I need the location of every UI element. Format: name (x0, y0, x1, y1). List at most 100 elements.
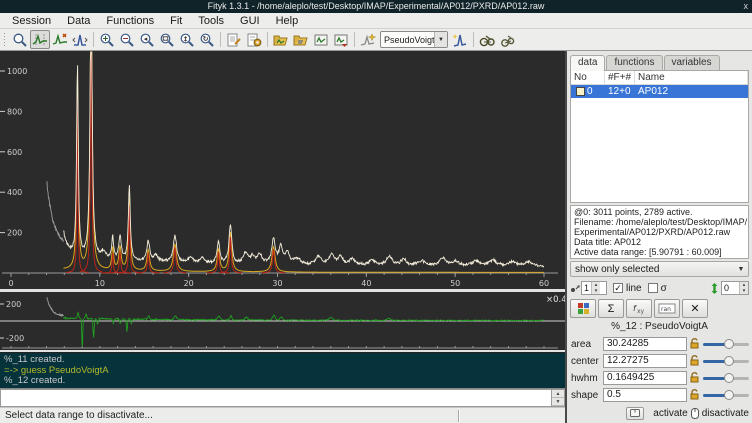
toolbar-drag-handle[interactable] (3, 32, 7, 48)
console-line: =-> guess PseudoVoigtA (4, 366, 561, 377)
load-data-custom-icon[interactable] (291, 30, 311, 49)
toolbar-separator (473, 32, 474, 47)
menu-tools[interactable]: Tools (190, 15, 232, 27)
param-area-slider[interactable] (703, 338, 749, 350)
param-shape-slider[interactable] (703, 389, 749, 401)
tab-variables[interactable]: variables (664, 55, 720, 70)
lock-icon[interactable] (687, 337, 701, 352)
edit-script-icon[interactable] (224, 30, 244, 49)
menu-session[interactable]: Session (4, 15, 59, 27)
menu-gui[interactable]: GUI (232, 15, 268, 27)
param-area-input[interactable]: 30.24285 (603, 337, 687, 351)
spin-down-icon[interactable]: ▼ (552, 398, 564, 406)
colors-button[interactable] (570, 299, 596, 318)
save-session-icon[interactable] (331, 30, 351, 49)
svg-text:1000: 1000 (7, 67, 27, 76)
console-line: %_11 created. (4, 355, 561, 366)
zoom-auto-icon[interactable]: ↻ (197, 30, 217, 49)
fit-run-icon[interactable] (477, 30, 497, 49)
toolbar: + − ◂ ↕ ↻ (0, 29, 752, 51)
filter-dropdown[interactable]: show only selected ▼ (570, 261, 749, 277)
lock-icon[interactable] (687, 388, 701, 403)
line-checkbox[interactable]: ✓ (613, 283, 623, 293)
activate-label: activate (653, 408, 687, 419)
add-peak-mode-icon[interactable] (50, 30, 70, 49)
tab-functions[interactable]: functions (606, 55, 662, 70)
param-hwhm-input[interactable]: 0.1649425 (603, 371, 687, 385)
shift-spinner[interactable]: 0 ▲▼ (721, 281, 749, 295)
line-label: line (626, 283, 642, 294)
param-row-shape: shape 0.5 (570, 388, 749, 402)
svg-text:200: 200 (6, 300, 21, 309)
status-text: Select data range to disactivate... (0, 410, 153, 421)
zoom-all-icon[interactable] (157, 30, 177, 49)
formula-button[interactable]: fxy (626, 299, 652, 318)
close-icon[interactable]: x (744, 1, 749, 11)
param-row-center: center 12.27275 (570, 354, 749, 368)
param-name: center (570, 356, 603, 367)
svg-text:50: 50 (450, 279, 460, 288)
status-bar: Select data range to disactivate... (0, 407, 565, 423)
zoom-previous-icon[interactable]: ◂ (137, 30, 157, 49)
translate-button[interactable]: ran (654, 299, 680, 318)
dataset-list-header: No #F+# Name (571, 71, 748, 85)
zoom-in-icon[interactable]: + (97, 30, 117, 49)
header-name: Name (635, 71, 748, 84)
zoom-vertical-icon[interactable]: ↕ (177, 30, 197, 49)
range-mode-icon[interactable] (30, 30, 50, 49)
zoom-out-icon[interactable]: − (117, 30, 137, 49)
svg-text:+: + (102, 34, 109, 43)
add-peak-icon[interactable] (450, 30, 470, 49)
param-name: shape (570, 390, 603, 401)
auxiliary-plot[interactable]: 200 -200 ×0.4 (0, 292, 565, 350)
spin-up-icon[interactable]: ▲ (552, 390, 564, 398)
svg-text:xy: xy (637, 308, 645, 315)
export-image-icon[interactable] (311, 30, 331, 49)
execute-script-icon[interactable] (244, 30, 264, 49)
param-shape-input[interactable]: 0.5 (603, 388, 687, 402)
menu-fit[interactable]: Fit (162, 15, 190, 27)
lock-icon[interactable] (687, 371, 701, 386)
param-hwhm-slider[interactable] (703, 372, 749, 384)
auto-add-icon[interactable] (358, 30, 378, 49)
svg-text:◂: ◂ (144, 35, 148, 43)
menu-functions[interactable]: Functions (98, 15, 162, 27)
sum-button[interactable]: Σ (598, 299, 624, 318)
menu-bar: Session Data Functions Fit Tools GUI Hel… (0, 13, 752, 29)
param-center-input[interactable]: 12.27275 (603, 354, 687, 368)
load-data-icon[interactable] (271, 30, 291, 49)
dataset-name: AP012 (635, 85, 748, 98)
title-bar: Fityk 1.3.1 - /home/aleplo/test/Desktop/… (0, 0, 752, 13)
svg-text:×0.4: ×0.4 (546, 295, 565, 305)
command-history-spinner[interactable]: ▲▼ (552, 389, 565, 407)
header-no: No (571, 71, 605, 84)
svg-text:-200: -200 (6, 334, 24, 343)
svg-text:40: 40 (361, 279, 371, 288)
menu-data[interactable]: Data (59, 15, 98, 27)
toolbar-separator (220, 32, 221, 47)
fityk-window: Fityk 1.3.1 - /home/aleplo/test/Desktop/… (0, 0, 752, 423)
function-type-combo[interactable]: PseudoVoigtA ▼ (380, 31, 448, 48)
mouse-config-button[interactable] (626, 407, 644, 420)
fit-settings-icon[interactable] (497, 30, 517, 49)
lock-icon[interactable] (687, 354, 701, 369)
dataset-checkbox[interactable] (576, 87, 585, 96)
point-size-spinner[interactable]: 1 ▲▼ (581, 281, 607, 295)
svg-text:↻: ↻ (203, 35, 209, 43)
point-size-value: 1 (582, 283, 591, 293)
output-console: %_11 created. =-> guess PseudoVoigtA %_1… (0, 352, 565, 388)
filter-value: show only selected (571, 264, 734, 275)
menu-help[interactable]: Help (268, 15, 307, 27)
tab-data[interactable]: data (570, 55, 605, 71)
command-input[interactable] (0, 389, 552, 407)
svg-text:20: 20 (184, 279, 194, 288)
delete-function-button[interactable]: ✕ (682, 299, 708, 318)
drag-peak-mode-icon[interactable] (70, 30, 90, 49)
param-center-slider[interactable] (703, 355, 749, 367)
svg-text:0: 0 (8, 279, 13, 288)
sigma-checkbox[interactable] (648, 283, 658, 293)
param-row-hwhm: hwhm 0.1649425 (570, 371, 749, 385)
dataset-row[interactable]: 0 12+0 AP012 (571, 85, 748, 98)
zoom-mode-icon[interactable] (10, 30, 30, 49)
main-plot[interactable]: 01020304050602004006008001000 (0, 51, 565, 289)
